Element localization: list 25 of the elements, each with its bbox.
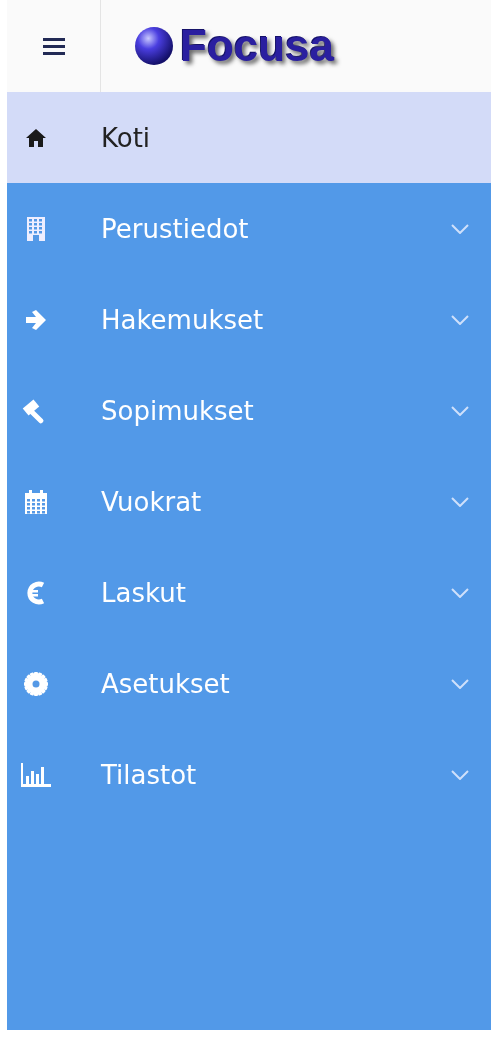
chevron-down-icon (451, 496, 469, 507)
chevron-down-icon (451, 769, 469, 780)
menu-item[interactable]: Koti (7, 92, 491, 183)
menu-item[interactable]: Asetukset (7, 638, 491, 729)
building-icon (26, 215, 46, 242)
menu-item[interactable]: Hakemukset (7, 274, 491, 365)
settings-icon (24, 671, 48, 696)
bar-chart-icon (21, 762, 51, 787)
menu-item[interactable]: Vuokrat (7, 456, 491, 547)
menu-item[interactable]: Perustiedot (7, 183, 491, 274)
chevron-down-icon (451, 678, 469, 689)
home-icon (25, 127, 47, 148)
logo-text: Focusa (180, 21, 335, 71)
euro-icon (27, 580, 45, 605)
menu-item[interactable]: Laskut (7, 547, 491, 638)
chevron-down-icon (451, 405, 469, 416)
menu-item[interactable]: Sopimukset (7, 365, 491, 456)
menu-icon (42, 37, 65, 55)
calendar-icon (24, 488, 48, 515)
menu-item[interactable]: Tilastot (7, 729, 491, 820)
chevron-down-icon (451, 223, 469, 234)
chevron-down-icon (451, 587, 469, 598)
sphere-logo-icon (134, 26, 174, 66)
arrow-icon (24, 308, 48, 331)
chevron-down-icon (451, 314, 469, 325)
